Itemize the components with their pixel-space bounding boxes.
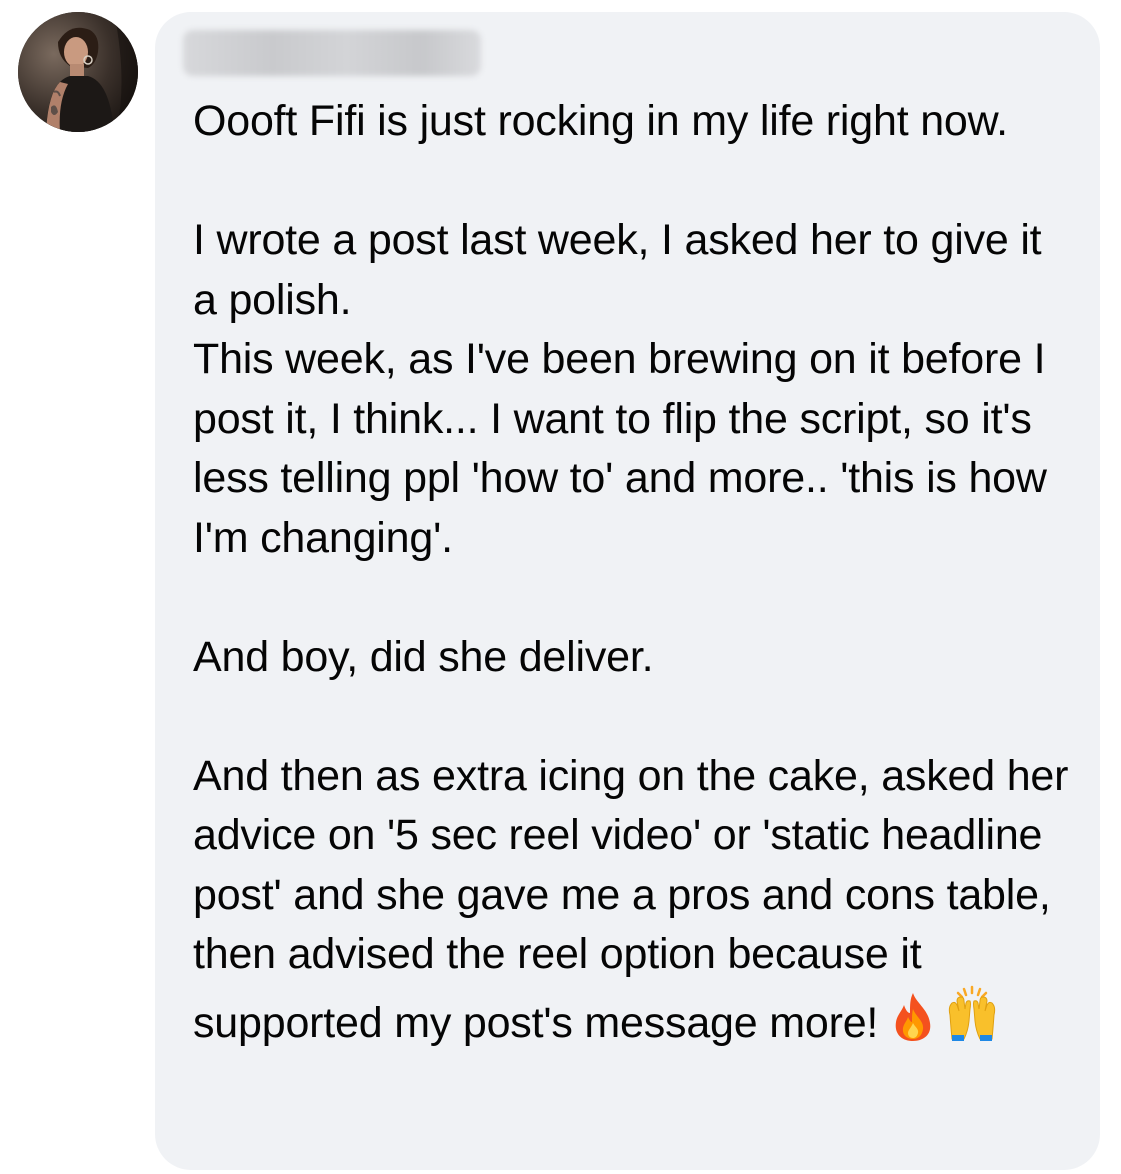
comment-paragraph: And boy, did she deliver. [193, 632, 654, 681]
raising-hands-icon [942, 985, 1002, 1043]
comment-paragraph: And then as extra icing on the cake, ask… [193, 747, 1070, 1054]
paragraph-break [193, 687, 1070, 747]
paragraph-break [193, 568, 1070, 628]
author-name-redacted[interactable] [183, 30, 481, 76]
comment-bubble: Oooft Fifi is just rocking in my life ri… [155, 12, 1100, 1170]
fire-icon [890, 991, 936, 1043]
comment-row: Oooft Fifi is just rocking in my life ri… [0, 0, 1121, 1174]
comment-paragraph: Oooft Fifi is just rocking in my life ri… [193, 97, 1008, 145]
comment-body: Oooft Fifi is just rocking in my life ri… [193, 92, 1070, 1053]
comment-last-word: more! [769, 998, 879, 1047]
avatar[interactable] [18, 12, 138, 132]
comment-paragraph: I wrote a post last week, I asked her to… [193, 216, 1054, 324]
comment-paragraph: This week, as I've been brewing on it be… [193, 335, 1059, 562]
paragraph-break [193, 152, 1070, 212]
avatar-photo [18, 12, 138, 132]
